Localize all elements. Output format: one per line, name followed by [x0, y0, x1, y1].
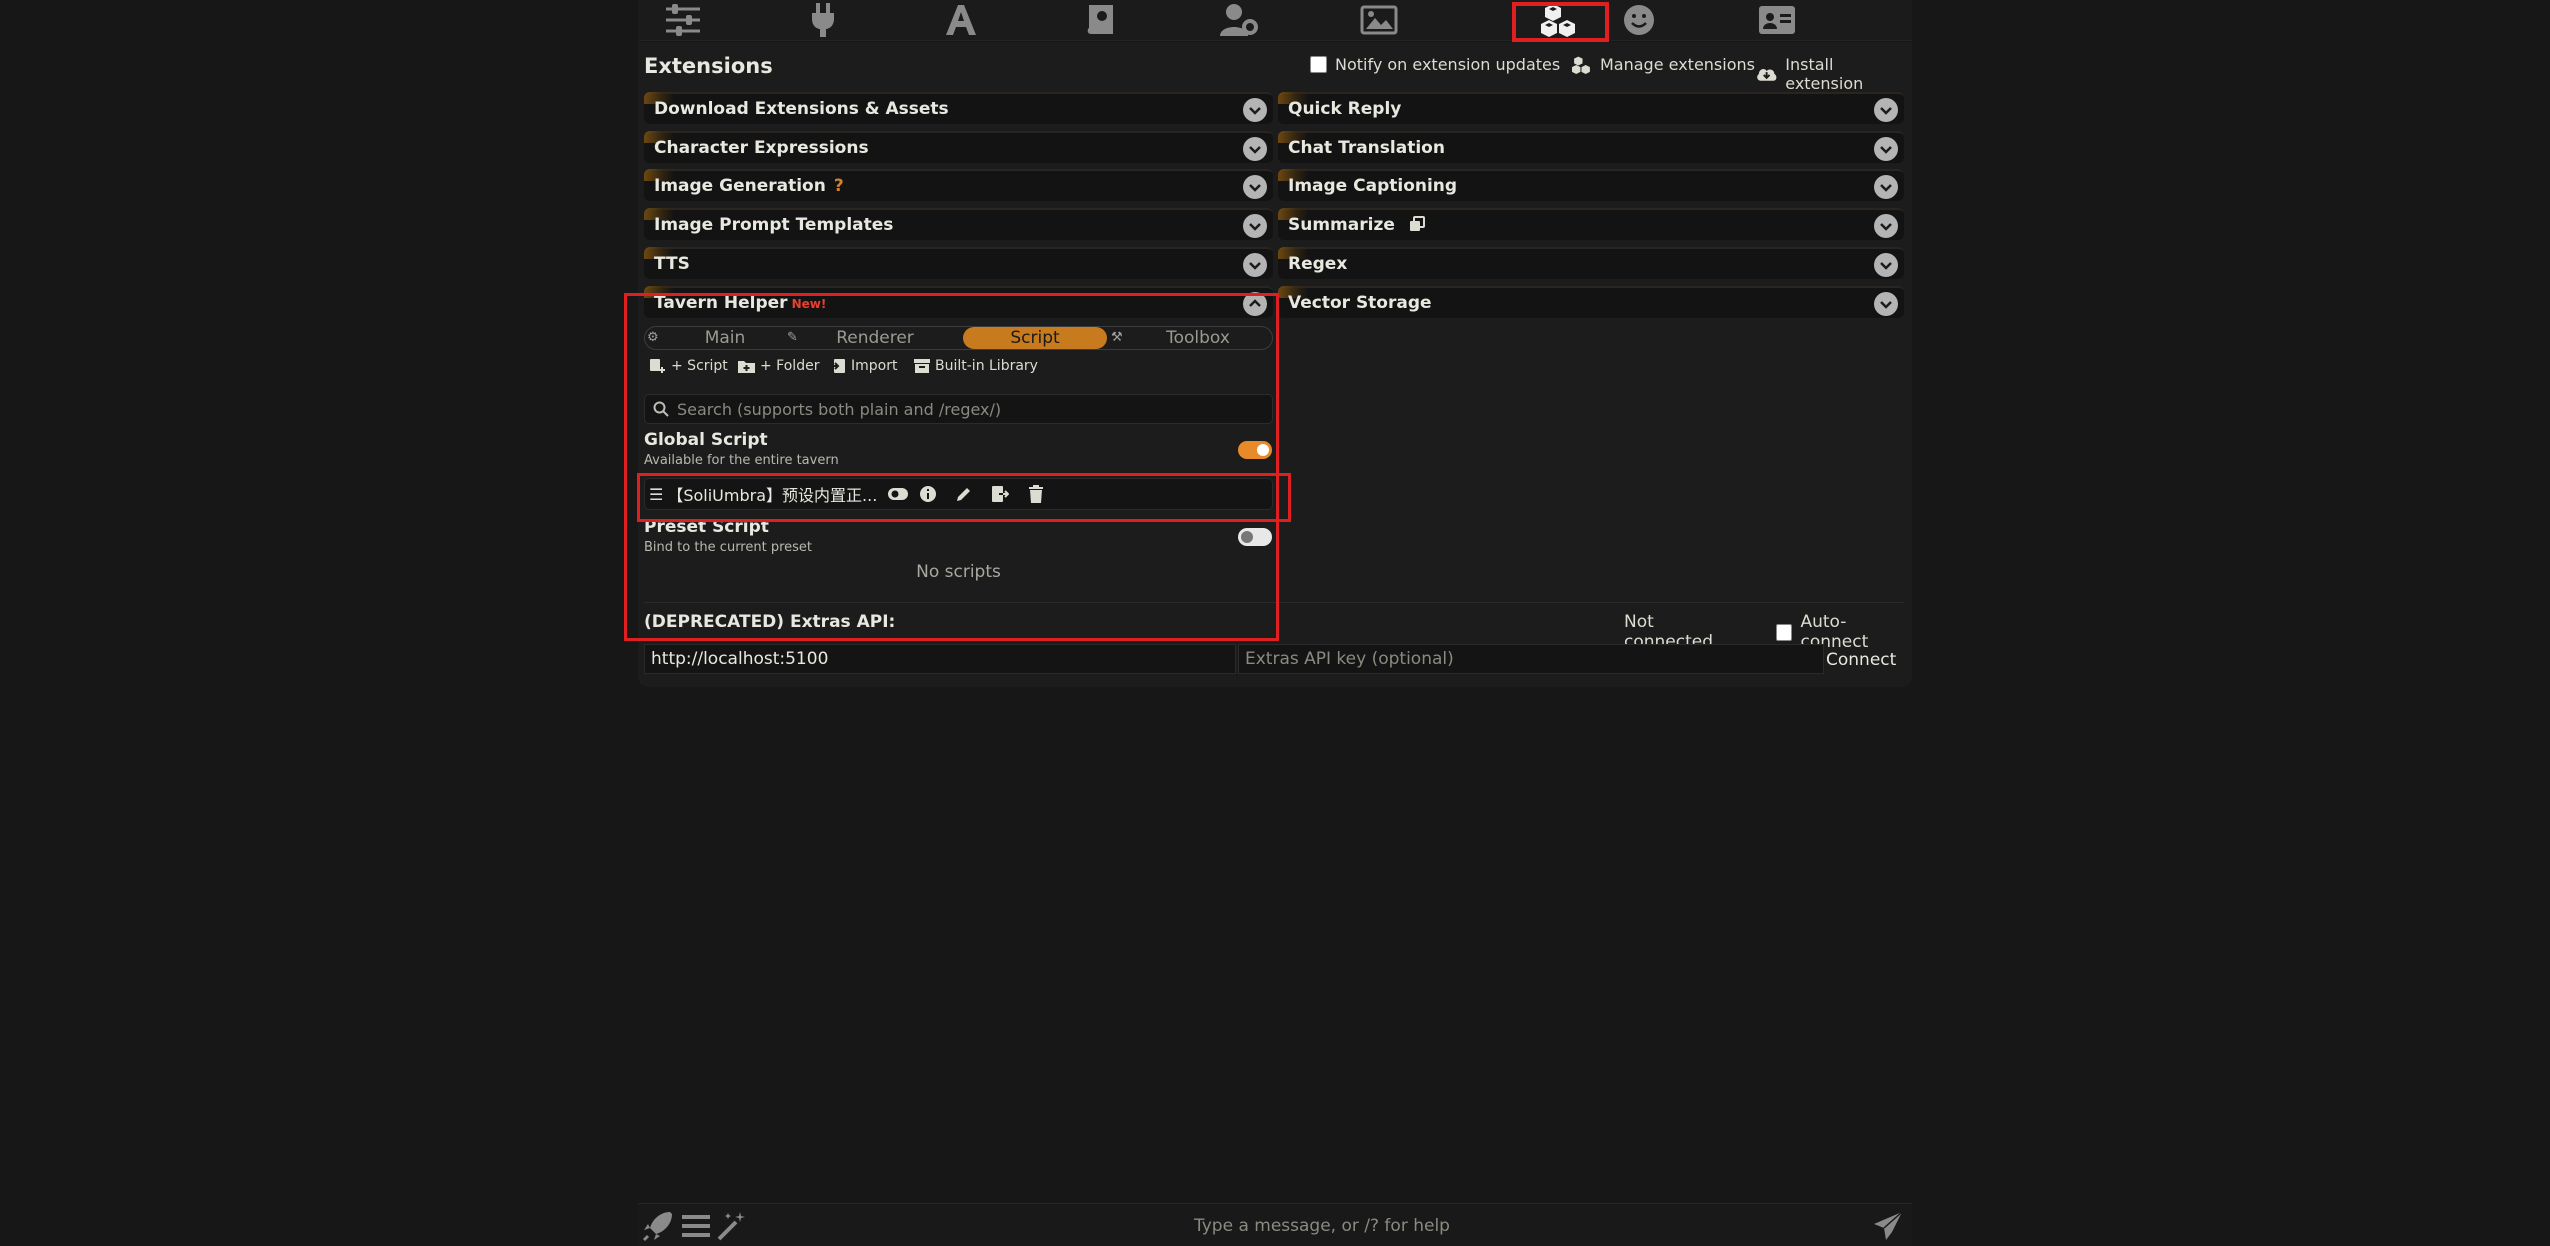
install-extension-label: Install extension [1785, 55, 1864, 93]
message-input-placeholder[interactable]: Type a message, or /? for help [1194, 1216, 1450, 1236]
notify-checkbox[interactable] [1310, 56, 1327, 73]
drawer-label: Download Extensions & Assets [654, 99, 949, 119]
extras-api-key-placeholder: Extras API key (optional) [1245, 649, 1454, 669]
drawer-label: Image Captioning [1288, 176, 1458, 196]
drawer-label: Image Generation [654, 176, 826, 196]
menu-icon[interactable] [680, 1210, 712, 1242]
drawer-vector-storage[interactable]: Vector Storage [1278, 286, 1904, 318]
drawer-tts[interactable]: TTS [644, 247, 1273, 279]
id-card-icon[interactable] [1742, 0, 1812, 40]
book-icon[interactable] [1066, 0, 1136, 40]
selected-tab-highlight [1512, 2, 1609, 42]
auto-connect-checkbox[interactable] [1775, 623, 1793, 641]
chevron-down-icon[interactable] [1874, 214, 1898, 238]
rocket-icon[interactable] [642, 1210, 674, 1242]
chevron-down-icon[interactable] [1874, 253, 1898, 277]
drawer-image-captioning[interactable]: Image Captioning [1278, 169, 1904, 201]
magic-wand-icon[interactable] [716, 1210, 748, 1242]
drawer-image-prompt-templates[interactable]: Image Prompt Templates [644, 208, 1273, 240]
top-nav-bar [638, 0, 1912, 42]
manage-extensions-label: Manage extensions [1600, 55, 1755, 74]
drawer-regex[interactable]: Regex [1278, 247, 1904, 279]
extras-api-key-input[interactable]: Extras API key (optional) [1238, 644, 1824, 674]
chevron-down-icon[interactable] [1874, 137, 1898, 161]
connect-button[interactable]: Connect [1826, 650, 1896, 670]
image-icon[interactable] [1344, 0, 1414, 40]
drawer-label: Vector Storage [1288, 293, 1432, 313]
drawer-quick-reply[interactable]: Quick Reply [1278, 92, 1904, 124]
drawer-image-generation[interactable]: Image Generation? [644, 169, 1273, 201]
drawer-label: Character Expressions [654, 138, 869, 158]
drawer-summarize[interactable]: Summarize [1278, 208, 1904, 240]
chevron-down-icon[interactable] [1243, 137, 1267, 161]
font-icon[interactable] [926, 0, 996, 40]
manage-extensions-button[interactable]: Manage extensions [1572, 55, 1755, 74]
sliders-icon[interactable] [648, 0, 718, 40]
drawer-download-extensions[interactable]: Download Extensions & Assets [644, 92, 1273, 124]
chat-input-bar: Type a message, or /? for help [638, 1203, 1912, 1246]
drawer-label: Regex [1288, 254, 1348, 274]
user-gear-icon[interactable] [1204, 0, 1274, 40]
chevron-down-icon[interactable] [1874, 292, 1898, 316]
chevron-down-icon[interactable] [1243, 214, 1267, 238]
chevron-down-icon[interactable] [1243, 253, 1267, 277]
chevron-down-icon[interactable] [1243, 175, 1267, 199]
drawer-label: TTS [654, 254, 690, 274]
chevron-down-icon[interactable] [1874, 175, 1898, 199]
drawer-label: Quick Reply [1288, 99, 1402, 119]
drawer-character-expressions[interactable]: Character Expressions [644, 131, 1273, 163]
notify-label: Notify on extension updates [1335, 55, 1561, 74]
highlight-tavern-helper [624, 293, 1279, 641]
drawer-label: Image Prompt Templates [654, 215, 894, 235]
chevron-down-icon[interactable] [1874, 98, 1898, 122]
help-mark[interactable]: ? [834, 176, 844, 196]
app: Extensions Notify on extension updates M… [624, 0, 1912, 1246]
extensions-title: Extensions [644, 54, 773, 78]
smile-icon[interactable] [1604, 0, 1674, 40]
notify-updates-option[interactable]: Notify on extension updates [1310, 55, 1560, 74]
drawer-label: Chat Translation [1288, 138, 1445, 158]
drawer-label: Summarize [1288, 215, 1395, 235]
install-extension-button[interactable]: Install extension [1756, 55, 1912, 93]
plug-icon[interactable] [788, 0, 858, 40]
chevron-down-icon[interactable] [1243, 98, 1267, 122]
drawer-chat-translation[interactable]: Chat Translation [1278, 131, 1904, 163]
cloud-download-icon [1757, 69, 1777, 81]
extras-url-input[interactable]: http://localhost:5100 [644, 644, 1236, 674]
copy-icon[interactable] [1409, 216, 1425, 232]
cubes-icon [1572, 56, 1590, 74]
extras-url-value: http://localhost:5100 [651, 649, 829, 669]
send-icon[interactable] [1872, 1210, 1904, 1242]
highlight-script-item [637, 473, 1291, 522]
